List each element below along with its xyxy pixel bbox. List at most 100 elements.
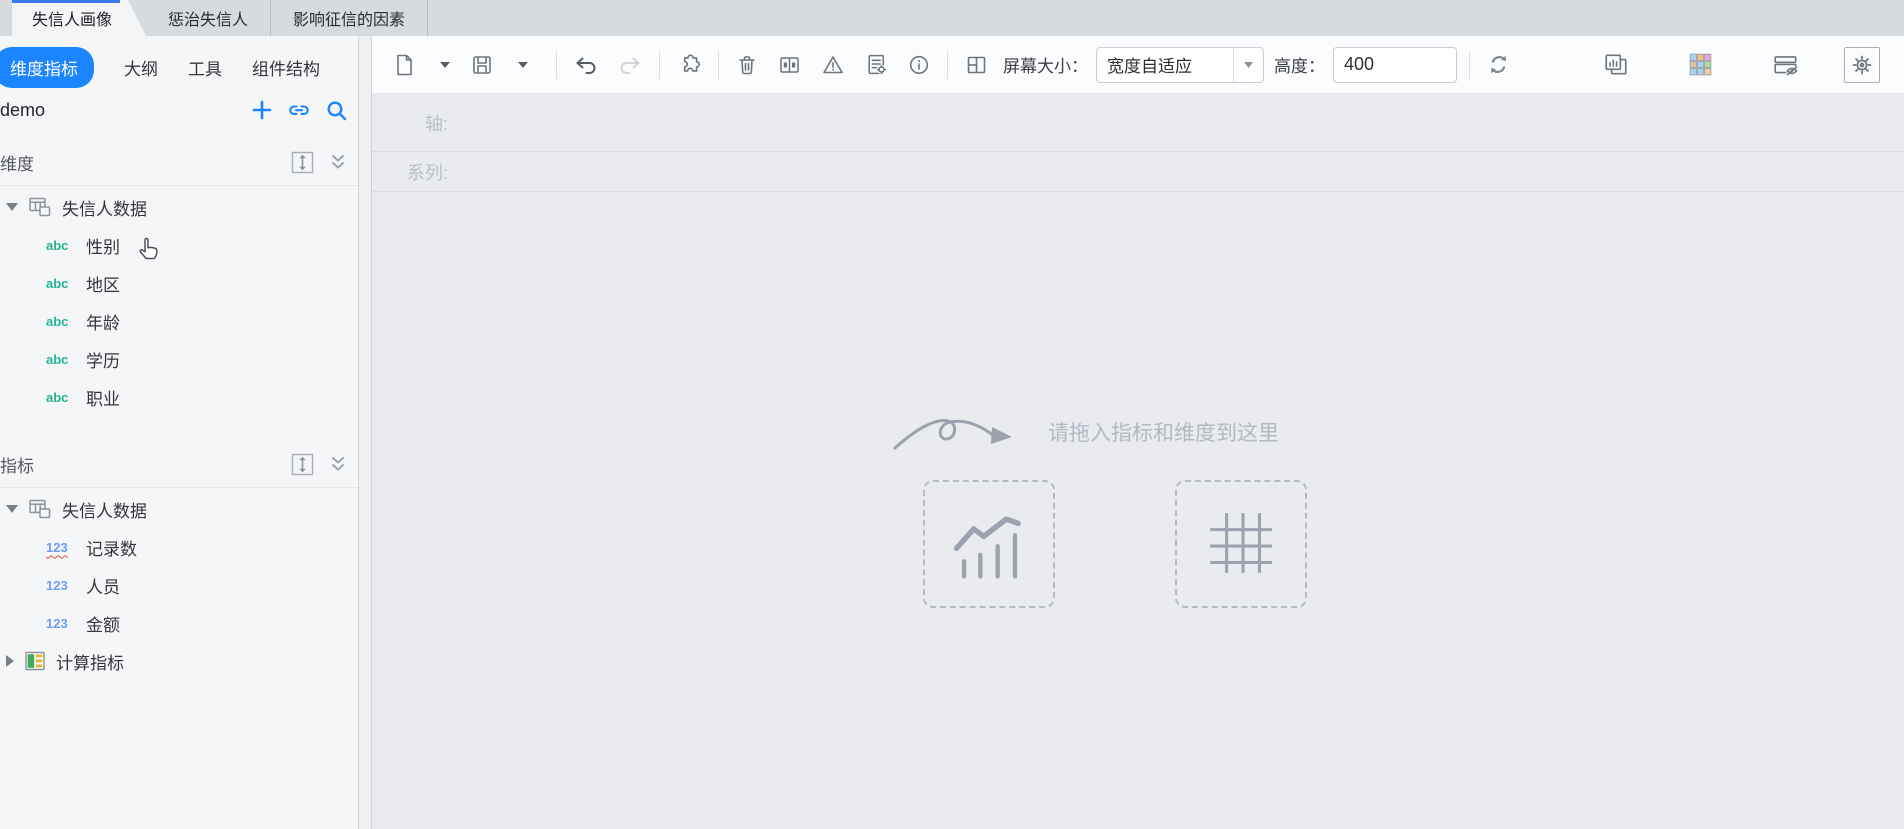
- tree-group-calculated-measures[interactable]: 计算指标: [0, 642, 358, 680]
- calculated-table-icon: [23, 649, 47, 673]
- toolbar-separator: [947, 51, 948, 79]
- measure-field-people[interactable]: 123 人员: [0, 566, 358, 604]
- main-area: 屏幕大小： 宽度自适应 高度：: [372, 36, 1904, 829]
- field-label: 性别: [86, 233, 120, 258]
- expanded-caret-icon[interactable]: [6, 505, 18, 513]
- field-label: 年龄: [86, 309, 120, 334]
- redo-button[interactable]: [613, 49, 647, 81]
- tab-label: 影响征信的因素: [293, 6, 405, 30]
- component-layout-button[interactable]: [773, 49, 806, 81]
- height-label: 高度：: [1274, 52, 1325, 77]
- collapsed-caret-icon[interactable]: [6, 655, 14, 667]
- field-label: 地区: [86, 271, 120, 296]
- group-label: 失信人数据: [62, 497, 147, 522]
- plugin-puzzle-button[interactable]: [672, 48, 706, 82]
- dataset-table-icon: [27, 195, 53, 219]
- measures-tree: 失信人数据 123 记录数 123 人员 123 金额: [0, 488, 358, 680]
- axis-label: 轴:: [372, 110, 448, 136]
- series-label: 系列:: [372, 159, 448, 185]
- resize-panel-icon[interactable]: [291, 453, 314, 476]
- window-tabbar: 失信人画像 惩治失信人 影响征信的因素: [0, 0, 1904, 36]
- bi-dashboard-app: 失信人画像 惩治失信人 影响征信的因素 维度指标 大纲 工具 组件结构 demo: [0, 0, 1904, 829]
- measures-title: 指标: [0, 452, 34, 477]
- binding-fields-panel: 轴: 系列:: [372, 94, 1904, 192]
- measure-field-amount[interactable]: 123 金额: [0, 604, 358, 642]
- tab-credit-factors[interactable]: 影响征信的因素: [271, 0, 428, 36]
- screen-size-dropdown[interactable]: 宽度自适应: [1096, 47, 1264, 83]
- collapse-all-icon[interactable]: [328, 455, 348, 474]
- number-field-type-icon: 123: [46, 616, 76, 631]
- drop-hint: 请拖入指标和维度到这里: [890, 408, 1279, 456]
- add-icon[interactable]: [251, 99, 273, 121]
- dimension-field-occupation[interactable]: abc 职业: [0, 378, 358, 416]
- dropdown-caret-icon[interactable]: [1233, 48, 1263, 82]
- new-component-button[interactable]: [388, 49, 420, 81]
- undo-button[interactable]: [569, 49, 603, 81]
- table-placeholder-icon: [1175, 480, 1307, 608]
- link-icon[interactable]: [287, 99, 311, 121]
- height-input[interactable]: [1333, 47, 1457, 83]
- screen-size-value: 宽度自适应: [1097, 52, 1233, 77]
- dimensions-header: 维度: [0, 140, 358, 186]
- tab-label: 惩治失信人: [168, 6, 248, 30]
- series-dropzone[interactable]: 系列:: [372, 152, 1904, 192]
- resize-panel-icon[interactable]: [291, 151, 314, 174]
- info-button[interactable]: [903, 49, 935, 81]
- settings-button[interactable]: [1844, 47, 1880, 83]
- measures-section: 指标 失信人数据: [0, 442, 358, 680]
- axis-dropzone[interactable]: 轴:: [372, 94, 1904, 152]
- group-label: 失信人数据: [62, 195, 147, 220]
- warning-button[interactable]: [816, 49, 850, 81]
- board-row: demo: [0, 92, 358, 128]
- text-field-type-icon: abc: [46, 314, 76, 329]
- screen-size-label: 屏幕大小：: [1003, 52, 1088, 77]
- dimension-field-education[interactable]: abc 学历: [0, 340, 358, 378]
- dimensions-tree: 失信人数据 abc 性别 abc 地区 abc 年龄 abc 学历: [0, 186, 358, 416]
- dimension-field-region[interactable]: abc 地区: [0, 264, 358, 302]
- screen-split-icon: [960, 49, 993, 81]
- doodle-arrow-icon: [890, 408, 1030, 456]
- measure-field-record-count[interactable]: 123 记录数: [0, 528, 358, 566]
- new-component-dropdown-caret[interactable]: [436, 58, 454, 72]
- text-field-type-icon: abc: [46, 276, 76, 291]
- text-field-type-icon: abc: [46, 238, 76, 253]
- tree-group-defaulter-data[interactable]: 失信人数据: [0, 490, 358, 528]
- field-label: 学历: [86, 347, 120, 372]
- chart-copy-button[interactable]: [1599, 48, 1633, 82]
- save-button[interactable]: [466, 49, 498, 81]
- sidebar-tab-outline[interactable]: 大纲: [124, 55, 158, 80]
- field-label: 记录数: [86, 535, 137, 560]
- theme-palette-button[interactable]: [1683, 47, 1718, 82]
- search-icon[interactable]: [325, 99, 348, 122]
- drop-hint-text: 请拖入指标和维度到这里: [1048, 417, 1279, 447]
- text-field-type-icon: abc: [46, 352, 76, 367]
- group-label: 计算指标: [56, 649, 124, 674]
- sidebar-tab-tools[interactable]: 工具: [188, 55, 222, 80]
- toolbar-separator: [659, 51, 660, 79]
- dimension-field-age[interactable]: abc 年龄: [0, 302, 358, 340]
- sidebar-tab-dimensions-measures[interactable]: 维度指标: [0, 47, 94, 88]
- sidebar-tab-component-structure[interactable]: 组件结构: [252, 55, 320, 80]
- tab-defaulter-portrait[interactable]: 失信人画像: [12, 0, 146, 36]
- board-name: demo: [0, 100, 45, 121]
- save-dropdown-caret[interactable]: [514, 58, 532, 72]
- collapse-all-icon[interactable]: [328, 153, 348, 172]
- toolbar-separator: [556, 51, 557, 79]
- delete-button[interactable]: [731, 49, 763, 81]
- chart-placeholder-icon: [923, 480, 1055, 608]
- chart-canvas-dropzone[interactable]: 请拖入指标和维度到这里: [372, 192, 1904, 829]
- sidebar-splitter[interactable]: [358, 36, 372, 829]
- refresh-button[interactable]: [1482, 48, 1515, 81]
- hide-title-bar-button[interactable]: [1768, 48, 1804, 82]
- number-field-type-icon: 123: [46, 578, 76, 593]
- main-toolbar: 屏幕大小： 宽度自适应 高度：: [372, 36, 1904, 94]
- field-label: 金额: [86, 611, 120, 636]
- tree-group-defaulter-data[interactable]: 失信人数据: [0, 188, 358, 226]
- batch-settings-button[interactable]: [860, 48, 893, 81]
- fields-sidebar: 维度指标 大纲 工具 组件结构 demo 维度: [0, 36, 358, 829]
- tab-punish-defaulter[interactable]: 惩治失信人: [146, 0, 271, 36]
- text-field-type-icon: abc: [46, 390, 76, 405]
- dimension-field-gender[interactable]: abc 性别: [0, 226, 358, 264]
- toolbar-separator: [718, 51, 719, 79]
- expanded-caret-icon[interactable]: [6, 203, 18, 211]
